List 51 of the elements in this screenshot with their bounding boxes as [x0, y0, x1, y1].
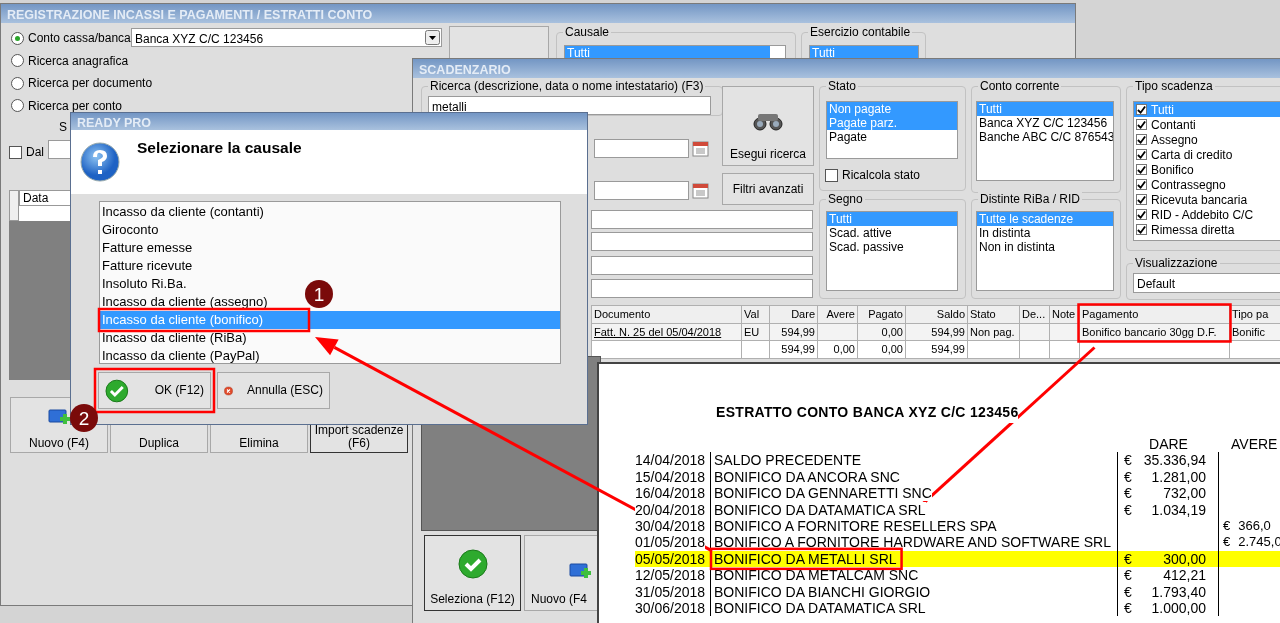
table-cell: EU	[741, 323, 770, 341]
radio-label: Ricerca per documento	[28, 75, 153, 92]
radio-label: Ricerca per conto	[28, 97, 123, 115]
amount-cell: 35.336,94	[1143, 452, 1206, 469]
window-title: REGISTRAZIONE INCASSI E PAGAMENTI / ESTRATTI CONTO	[1, 4, 1075, 23]
group-label: Tipo scadenza	[1133, 79, 1215, 93]
group-label: Causale	[563, 25, 612, 39]
column-header: Val	[741, 305, 770, 323]
step-marker: 1	[305, 280, 333, 308]
group-label: Visualizzazione	[1133, 256, 1220, 270]
amount-cell: 412,21	[1163, 567, 1206, 584]
table-cell: 594,99	[905, 340, 968, 358]
column-header: DARE	[1149, 436, 1188, 453]
date-cell: 01/05/2018	[635, 534, 706, 551]
description-cell: BONIFICO A FORNITORE RESELLERS SPA	[714, 518, 997, 535]
group-label: Ricerca (descrizione, data o nome intestatario) (F3)	[428, 79, 706, 93]
table-cell: 594,99	[769, 323, 818, 341]
table-cell: 0,00	[857, 340, 906, 358]
date-cell: 30/04/2018	[635, 518, 706, 535]
group-label: Distinte RiBa / RID	[978, 192, 1083, 206]
column-header: AVERE	[1230, 436, 1278, 453]
group-label: Stato	[826, 79, 859, 93]
dialog-heading: Selezionare la causale	[137, 138, 302, 158]
checkbox-label: Ricalcola stato	[842, 167, 921, 184]
column-header: Saldo	[905, 305, 968, 323]
window-title: SCADENZARIO	[413, 59, 1280, 78]
group-label: Esercizio contabile	[808, 25, 913, 39]
column-header: De...	[1019, 305, 1050, 323]
amount-cell: 732,00	[1163, 485, 1206, 502]
amount-cell: 366,0	[1238, 518, 1271, 535]
radio-label: Conto cassa/banca	[28, 30, 131, 47]
checkbox-label: Dal	[26, 144, 44, 161]
group-label: Segno	[826, 192, 865, 206]
dialog-title: READY PRO	[71, 113, 587, 130]
table-cell: 594,99	[769, 340, 818, 358]
column-header: Stato	[967, 305, 1020, 323]
amount-cell: 1.000,00	[1151, 600, 1206, 617]
column-header: Avere	[817, 305, 858, 323]
column-header: Tipo pa	[1229, 305, 1280, 323]
table-cell: Non pag.	[967, 323, 1020, 341]
group-label: Conto corrente	[978, 79, 1062, 93]
table-cell: 0,00	[857, 323, 906, 341]
table-cell: 594,99	[905, 323, 968, 341]
column-header: Pagato	[857, 305, 906, 323]
description-cell: BONIFICO DA GENNARETTI SNC	[714, 485, 932, 502]
column-header: Dare	[769, 305, 818, 323]
field-label: S	[59, 119, 67, 136]
step-marker: 2	[70, 404, 98, 432]
table-cell: 0,00	[817, 340, 858, 358]
radio-label: Ricerca anagrafica	[28, 52, 129, 70]
column-header: Documento	[591, 305, 742, 323]
